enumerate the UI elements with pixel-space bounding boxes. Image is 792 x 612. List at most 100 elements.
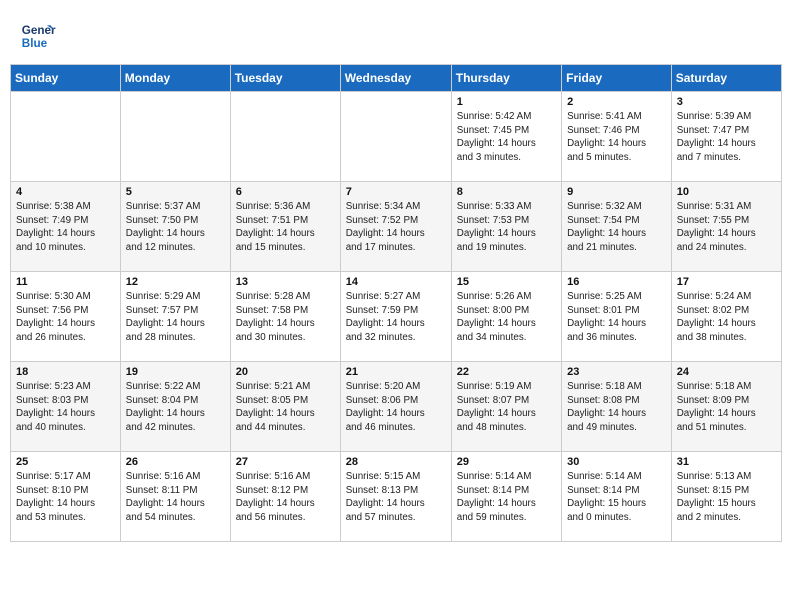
logo-icon: General Blue bbox=[20, 18, 56, 54]
day-number: 16 bbox=[567, 276, 666, 288]
day-info: Sunrise: 5:32 AMSunset: 7:54 PMDaylight:… bbox=[567, 200, 666, 255]
day-info: Sunrise: 5:36 AMSunset: 7:51 PMDaylight:… bbox=[236, 200, 335, 255]
day-info: Sunrise: 5:19 AMSunset: 8:07 PMDaylight:… bbox=[457, 380, 556, 435]
weekday-header-friday: Friday bbox=[562, 65, 672, 92]
day-info: Sunrise: 5:33 AMSunset: 7:53 PMDaylight:… bbox=[457, 200, 556, 255]
week-row-3: 11 Sunrise: 5:30 AMSunset: 7:56 PMDayligh… bbox=[11, 272, 782, 362]
day-cell: 18 Sunrise: 5:23 AMSunset: 8:03 PMDayligh… bbox=[11, 362, 121, 452]
day-cell: 10Sunrise: 5:31 AMSunset: 7:55 PMDayligh… bbox=[671, 182, 781, 272]
weekday-header-sunday: Sunday bbox=[11, 65, 121, 92]
week-row-1: 1Sunrise: 5:42 AMSunset: 7:45 PMDaylight… bbox=[11, 92, 782, 182]
day-cell: 5 Sunrise: 5:37 AMSunset: 7:50 PMDaylight… bbox=[120, 182, 230, 272]
day-cell: 7Sunrise: 5:34 AMSunset: 7:52 PMDaylight… bbox=[340, 182, 451, 272]
logo: General Blue bbox=[20, 18, 56, 54]
day-info: Sunrise: 5:30 AMSunset: 7:56 PMDaylight:… bbox=[16, 290, 115, 345]
day-cell bbox=[120, 92, 230, 182]
day-cell: 2 Sunrise: 5:41 AMSunset: 7:46 PMDaylight… bbox=[562, 92, 672, 182]
day-cell: 4Sunrise: 5:38 AMSunset: 7:49 PMDaylight… bbox=[11, 182, 121, 272]
day-cell: 9 Sunrise: 5:32 AMSunset: 7:54 PMDaylight… bbox=[562, 182, 672, 272]
day-info: Sunrise: 5:16 AMSunset: 8:11 PMDaylight:… bbox=[126, 470, 225, 525]
day-cell bbox=[230, 92, 340, 182]
week-row-5: 25Sunrise: 5:17 AMSunset: 8:10 PMDayligh… bbox=[11, 452, 782, 542]
day-info: Sunrise: 5:17 AMSunset: 8:10 PMDaylight:… bbox=[16, 470, 115, 525]
day-number: 28 bbox=[346, 456, 446, 468]
day-number: 21 bbox=[346, 366, 446, 378]
day-number: 9 bbox=[567, 186, 666, 198]
day-info: Sunrise: 5:23 AMSunset: 8:03 PMDaylight:… bbox=[16, 380, 115, 435]
day-number: 12 bbox=[126, 276, 225, 288]
day-info: Sunrise: 5:20 AMSunset: 8:06 PMDaylight:… bbox=[346, 380, 446, 435]
day-number: 30 bbox=[567, 456, 666, 468]
day-cell: 31 Sunrise: 5:13 AMSunset: 8:15 PMDayligh… bbox=[671, 452, 781, 542]
weekday-header-tuesday: Tuesday bbox=[230, 65, 340, 92]
day-info: Sunrise: 5:15 AMSunset: 8:13 PMDaylight:… bbox=[346, 470, 446, 525]
day-cell: 28 Sunrise: 5:15 AMSunset: 8:13 PMDayligh… bbox=[340, 452, 451, 542]
day-cell: 12 Sunrise: 5:29 AMSunset: 7:57 PMDayligh… bbox=[120, 272, 230, 362]
day-cell: 16 Sunrise: 5:25 AMSunset: 8:01 PMDayligh… bbox=[562, 272, 672, 362]
day-cell: 29 Sunrise: 5:14 AMSunset: 8:14 PMDayligh… bbox=[451, 452, 561, 542]
day-number: 5 bbox=[126, 186, 225, 198]
day-number: 29 bbox=[457, 456, 556, 468]
day-number: 4 bbox=[16, 186, 115, 198]
day-info: Sunrise: 5:39 AMSunset: 7:47 PMDaylight:… bbox=[677, 110, 776, 165]
day-cell: 20 Sunrise: 5:21 AMSunset: 8:05 PMDayligh… bbox=[230, 362, 340, 452]
day-number: 24 bbox=[677, 366, 776, 378]
day-cell: 22 Sunrise: 5:19 AMSunset: 8:07 PMDayligh… bbox=[451, 362, 561, 452]
week-row-2: 4Sunrise: 5:38 AMSunset: 7:49 PMDaylight… bbox=[11, 182, 782, 272]
day-number: 14 bbox=[346, 276, 446, 288]
day-cell: 1Sunrise: 5:42 AMSunset: 7:45 PMDaylight… bbox=[451, 92, 561, 182]
weekday-header-monday: Monday bbox=[120, 65, 230, 92]
day-number: 8 bbox=[457, 186, 556, 198]
weekday-header-saturday: Saturday bbox=[671, 65, 781, 92]
day-info: Sunrise: 5:18 AMSunset: 8:09 PMDaylight:… bbox=[677, 380, 776, 435]
week-row-4: 18 Sunrise: 5:23 AMSunset: 8:03 PMDayligh… bbox=[11, 362, 782, 452]
day-number: 13 bbox=[236, 276, 335, 288]
day-number: 7 bbox=[346, 186, 446, 198]
day-info: Sunrise: 5:14 AMSunset: 8:14 PMDaylight:… bbox=[567, 470, 666, 525]
day-info: Sunrise: 5:14 AMSunset: 8:14 PMDaylight:… bbox=[457, 470, 556, 525]
day-number: 15 bbox=[457, 276, 556, 288]
day-info: Sunrise: 5:28 AMSunset: 7:58 PMDaylight:… bbox=[236, 290, 335, 345]
day-number: 2 bbox=[567, 96, 666, 108]
day-cell bbox=[11, 92, 121, 182]
day-number: 6 bbox=[236, 186, 335, 198]
day-number: 22 bbox=[457, 366, 556, 378]
day-cell: 25Sunrise: 5:17 AMSunset: 8:10 PMDayligh… bbox=[11, 452, 121, 542]
day-number: 27 bbox=[236, 456, 335, 468]
day-number: 3 bbox=[677, 96, 776, 108]
day-info: Sunrise: 5:27 AMSunset: 7:59 PMDaylight:… bbox=[346, 290, 446, 345]
day-cell: 3 Sunrise: 5:39 AMSunset: 7:47 PMDaylight… bbox=[671, 92, 781, 182]
svg-text:Blue: Blue bbox=[22, 37, 48, 50]
day-info: Sunrise: 5:29 AMSunset: 7:57 PMDaylight:… bbox=[126, 290, 225, 345]
day-cell: 11 Sunrise: 5:30 AMSunset: 7:56 PMDayligh… bbox=[11, 272, 121, 362]
day-info: Sunrise: 5:16 AMSunset: 8:12 PMDaylight:… bbox=[236, 470, 335, 525]
day-number: 23 bbox=[567, 366, 666, 378]
calendar-table: SundayMondayTuesdayWednesdayThursdayFrid… bbox=[10, 64, 782, 542]
day-info: Sunrise: 5:41 AMSunset: 7:46 PMDaylight:… bbox=[567, 110, 666, 165]
day-cell: 13 Sunrise: 5:28 AMSunset: 7:58 PMDayligh… bbox=[230, 272, 340, 362]
day-info: Sunrise: 5:13 AMSunset: 8:15 PMDaylight:… bbox=[677, 470, 776, 525]
day-cell: 27 Sunrise: 5:16 AMSunset: 8:12 PMDayligh… bbox=[230, 452, 340, 542]
day-info: Sunrise: 5:26 AMSunset: 8:00 PMDaylight:… bbox=[457, 290, 556, 345]
day-cell: 21 Sunrise: 5:20 AMSunset: 8:06 PMDayligh… bbox=[340, 362, 451, 452]
day-number: 31 bbox=[677, 456, 776, 468]
day-info: Sunrise: 5:21 AMSunset: 8:05 PMDaylight:… bbox=[236, 380, 335, 435]
day-cell: 26 Sunrise: 5:16 AMSunset: 8:11 PMDayligh… bbox=[120, 452, 230, 542]
day-cell: 17Sunrise: 5:24 AMSunset: 8:02 PMDayligh… bbox=[671, 272, 781, 362]
day-number: 11 bbox=[16, 276, 115, 288]
day-cell: 24 Sunrise: 5:18 AMSunset: 8:09 PMDayligh… bbox=[671, 362, 781, 452]
day-info: Sunrise: 5:31 AMSunset: 7:55 PMDaylight:… bbox=[677, 200, 776, 255]
day-number: 26 bbox=[126, 456, 225, 468]
day-number: 20 bbox=[236, 366, 335, 378]
day-number: 18 bbox=[16, 366, 115, 378]
day-cell: 15 Sunrise: 5:26 AMSunset: 8:00 PMDayligh… bbox=[451, 272, 561, 362]
day-cell: 14 Sunrise: 5:27 AMSunset: 7:59 PMDayligh… bbox=[340, 272, 451, 362]
day-cell: 8 Sunrise: 5:33 AMSunset: 7:53 PMDaylight… bbox=[451, 182, 561, 272]
day-info: Sunrise: 5:25 AMSunset: 8:01 PMDaylight:… bbox=[567, 290, 666, 345]
day-info: Sunrise: 5:37 AMSunset: 7:50 PMDaylight:… bbox=[126, 200, 225, 255]
day-cell bbox=[340, 92, 451, 182]
weekday-header-thursday: Thursday bbox=[451, 65, 561, 92]
day-number: 17 bbox=[677, 276, 776, 288]
day-number: 19 bbox=[126, 366, 225, 378]
day-info: Sunrise: 5:18 AMSunset: 8:08 PMDaylight:… bbox=[567, 380, 666, 435]
